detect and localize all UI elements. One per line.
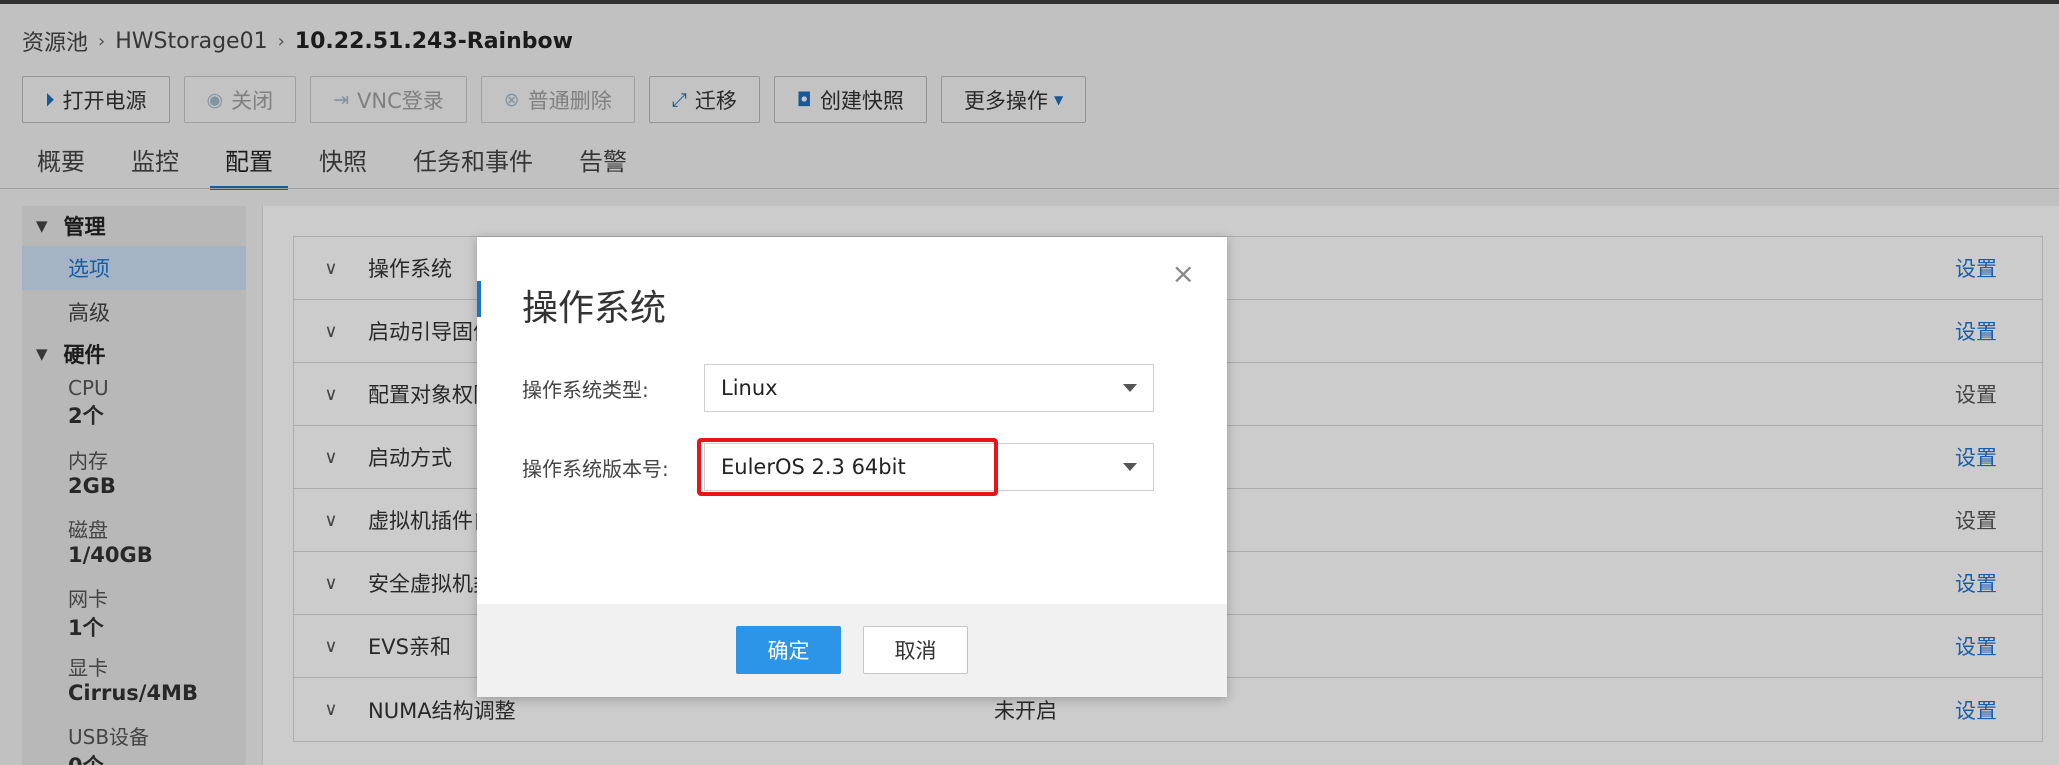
close-icon[interactable]: × bbox=[1172, 257, 1195, 290]
confirm-button[interactable]: 确定 bbox=[736, 626, 841, 674]
os-type-label: 操作系统类型: bbox=[522, 377, 649, 402]
os-type-select[interactable]: Linux bbox=[704, 364, 1154, 412]
os-dialog: 操作系统 × 操作系统类型: Linux 操作系统版本号: EulerOS 2.… bbox=[477, 237, 1227, 697]
dialog-footer bbox=[477, 604, 1227, 697]
dialog-title: 操作系统 bbox=[522, 288, 667, 329]
os-version-label: 操作系统版本号: bbox=[522, 456, 669, 481]
os-type-row: 操作系统类型: Linux bbox=[522, 363, 1154, 413]
cancel-button[interactable]: 取消 bbox=[863, 626, 968, 674]
red-highlight-box bbox=[697, 438, 998, 496]
title-accent-bar bbox=[477, 281, 481, 317]
dropdown-arrow-icon bbox=[1123, 384, 1137, 392]
dropdown-arrow-icon bbox=[1123, 463, 1137, 471]
